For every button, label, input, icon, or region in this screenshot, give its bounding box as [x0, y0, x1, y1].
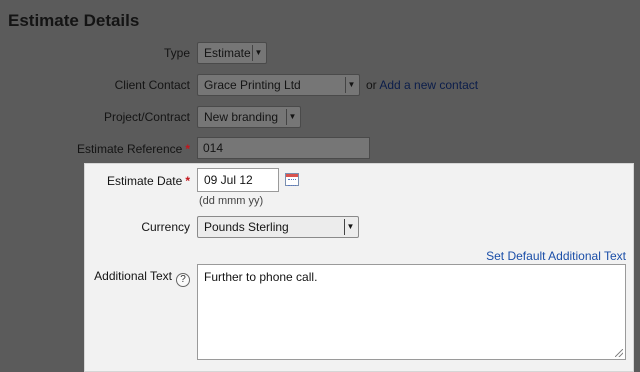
additional-text-label-row: Additional Text? — [94, 269, 190, 287]
additional-text-label: Additional Text — [94, 269, 172, 283]
or-text: or — [366, 78, 377, 92]
project-select-value: New branding — [204, 110, 279, 124]
additional-text-value: Further to phone call. — [204, 270, 318, 284]
project-select[interactable]: New branding ▼ — [197, 106, 301, 128]
help-icon[interactable]: ? — [176, 273, 190, 287]
estimate-date-label: Estimate Date — [106, 174, 183, 188]
type-label: Type — [163, 46, 190, 60]
chevron-down-icon: ▼ — [344, 219, 356, 235]
set-default-additional-text-link[interactable]: Set Default Additional Text — [486, 249, 626, 263]
estimate-date-input[interactable]: 09 Jul 12 — [197, 168, 279, 192]
reference-label-row: Estimate Reference * — [77, 142, 190, 156]
currency-select-value: Pounds Sterling — [204, 220, 289, 234]
client-contact-value: Grace Printing Ltd — [204, 78, 301, 92]
chevron-down-icon: ▼ — [286, 109, 298, 125]
estimate-date-label-row: Estimate Date * — [107, 174, 190, 188]
currency-label: Currency — [141, 220, 190, 234]
page-title: Estimate Details — [8, 11, 140, 30]
additional-text-textarea[interactable]: Further to phone call. — [197, 264, 626, 360]
type-select-value: Estimate — [204, 46, 251, 60]
calendar-icon[interactable] — [285, 173, 299, 186]
required-mark: * — [185, 174, 190, 188]
required-mark: * — [185, 142, 190, 156]
chevron-down-icon: ▼ — [345, 77, 357, 93]
type-select[interactable]: Estimate ▼ — [197, 42, 267, 64]
client-contact-select[interactable]: Grace Printing Ltd ▼ — [197, 74, 360, 96]
add-contact-link[interactable]: Add a new contact — [379, 78, 478, 92]
reference-input[interactable]: 014 — [197, 137, 370, 159]
date-format-hint: (dd mmm yy) — [199, 195, 264, 207]
client-contact-label: Client Contact — [114, 78, 190, 92]
reference-label: Estimate Reference — [76, 142, 183, 156]
resize-grip-icon[interactable] — [615, 349, 623, 357]
project-label: Project/Contract — [103, 110, 190, 124]
chevron-down-icon: ▼ — [252, 45, 264, 61]
currency-select[interactable]: Pounds Sterling ▼ — [197, 216, 359, 238]
